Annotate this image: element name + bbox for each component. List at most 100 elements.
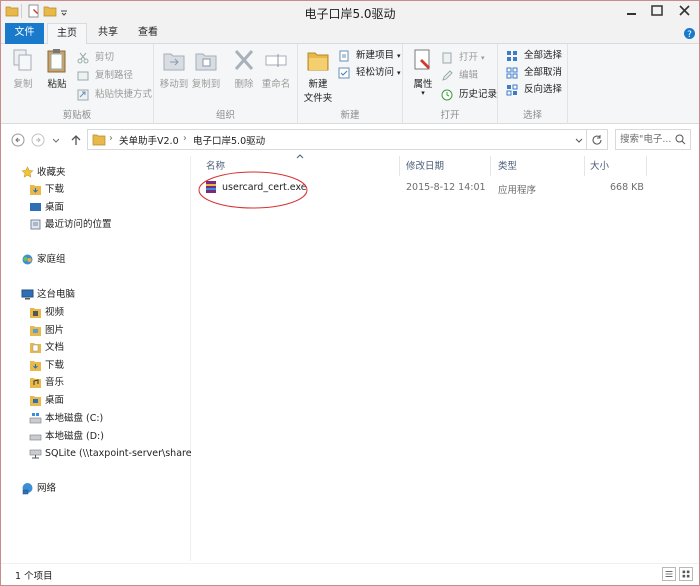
- downloads-folder-icon: [30, 361, 41, 371]
- pictures-folder-icon: [30, 326, 41, 336]
- copy-icon: [13, 49, 32, 71]
- properties-button[interactable]: 属性 ▾: [407, 48, 439, 97]
- red-highlight-ellipse: [198, 171, 308, 209]
- search-input[interactable]: 搜索"电子...: [615, 129, 691, 150]
- ribbon-tab-bar: 文件 主页 共享 查看 ?: [1, 23, 699, 45]
- open-button[interactable]: 打开 ▾: [441, 50, 485, 66]
- folder-icon: [92, 134, 106, 146]
- large-icons-view-icon[interactable]: [679, 567, 693, 581]
- edit-button[interactable]: 编辑: [441, 68, 478, 84]
- file-date: 2015-8-12 14:01: [406, 182, 486, 193]
- open-group-label: 打开: [440, 110, 460, 121]
- help-icon[interactable]: ?: [683, 27, 696, 40]
- windows-drive-icon: [29, 413, 42, 424]
- copy-button[interactable]: 复制: [7, 48, 39, 90]
- properties-icon: [414, 49, 430, 70]
- column-header-type[interactable]: 类型: [498, 158, 578, 176]
- desktop-folder-icon: [30, 396, 41, 406]
- clipboard-group: 复制 粘贴 剪切 复制路径 粘贴快捷方式 剪贴板: [1, 44, 154, 124]
- title-bar: 电子口岸5.0驱动: [1, 1, 699, 23]
- tab-share[interactable]: 共享: [89, 23, 127, 44]
- breadcrumb-separator[interactable]: ›: [109, 133, 113, 144]
- refresh-button[interactable]: [587, 129, 608, 150]
- minimize-button[interactable]: [618, 1, 644, 21]
- explorer-window: 电子口岸5.0驱动 文件 主页 共享 查看 ? 复制 粘贴 剪切 复制路径 粘贴…: [0, 0, 700, 586]
- new-folder-icon: [307, 52, 329, 71]
- select-none-icon: [506, 67, 518, 79]
- open-group: 属性 ▾ 打开 ▾ 编辑 历史记录 打开: [403, 44, 498, 124]
- star-icon: [21, 166, 34, 178]
- paste-shortcut-button[interactable]: 粘贴快捷方式: [77, 87, 152, 103]
- new-item-icon: [339, 50, 349, 62]
- documents-folder-icon: [30, 343, 41, 353]
- svg-text:?: ?: [687, 30, 692, 40]
- cut-button[interactable]: 剪切: [77, 50, 114, 66]
- easy-access-icon: [338, 67, 350, 79]
- breadcrumb-item[interactable]: 电子口岸5.0驱动: [193, 133, 265, 147]
- item-count: 1 个项目: [15, 571, 53, 582]
- select-all-button[interactable]: 全部选择: [506, 48, 562, 64]
- file-list: 名称 修改日期 类型 大小 usercard_cert.exe 2015-8-1…: [192, 154, 699, 561]
- videos-folder-icon: [30, 308, 41, 318]
- recent-locations-chevron-icon[interactable]: [51, 133, 61, 147]
- organize-group: 移动到 复制到 删除 重命名 组织: [154, 44, 298, 124]
- address-bar[interactable]: › 关单助手V2.0 › 电子口岸5.0驱动: [87, 129, 587, 150]
- breadcrumb-separator[interactable]: ›: [183, 133, 187, 144]
- scissors-icon: [77, 52, 89, 64]
- column-divider[interactable]: [584, 156, 585, 176]
- address-row: › 关单助手V2.0 › 电子口岸5.0驱动 搜索"电子...: [1, 125, 699, 155]
- search-icon: [675, 134, 686, 145]
- select-none-button[interactable]: 全部取消: [506, 65, 562, 81]
- history-icon: [441, 89, 453, 101]
- forward-arrow-icon[interactable]: [31, 133, 45, 147]
- maximize-button[interactable]: [644, 1, 670, 21]
- music-folder-icon: [30, 378, 41, 388]
- organize-group-label: 组织: [215, 110, 235, 121]
- edit-icon: [442, 70, 453, 81]
- hard-drive-icon: [29, 434, 42, 441]
- select-group: 全部选择 全部取消 反向选择 选择: [498, 44, 568, 124]
- column-divider[interactable]: [399, 156, 400, 176]
- delete-button[interactable]: 删除: [228, 48, 260, 90]
- invert-selection-button[interactable]: 反向选择: [506, 82, 562, 98]
- copy-path-button[interactable]: 复制路径: [77, 68, 133, 84]
- breadcrumb-item[interactable]: 关单助手V2.0: [119, 133, 179, 147]
- tab-view[interactable]: 查看: [129, 23, 167, 44]
- navigation-pane: 收藏夹 下载 桌面 最近访问的位置 家庭组 这台电脑 视频 图片 文档 下载 音…: [1, 156, 202, 561]
- column-header-size[interactable]: 大小: [590, 158, 640, 176]
- rename-icon: [265, 54, 287, 67]
- tab-home[interactable]: 主页: [47, 23, 87, 45]
- details-view-icon[interactable]: [662, 567, 676, 581]
- search-placeholder: 搜索"电子...: [620, 134, 672, 145]
- homegroup-icon: [22, 254, 33, 265]
- refresh-icon: [592, 135, 602, 145]
- move-to-button[interactable]: 移动到: [158, 48, 190, 90]
- select-group-label: 选择: [522, 110, 542, 121]
- new-group: 新建 文件夹 新建项目 ▾ 轻松访问 ▾ 新建: [298, 44, 403, 124]
- window-title: 电子口岸5.0驱动: [304, 7, 396, 21]
- chevron-down-icon[interactable]: [574, 135, 584, 145]
- easy-access-button[interactable]: 轻松访问 ▾: [338, 65, 401, 81]
- close-button[interactable]: [670, 1, 699, 21]
- column-divider[interactable]: [646, 156, 647, 176]
- invert-selection-icon: [506, 84, 518, 96]
- column-header-date[interactable]: 修改日期: [406, 158, 486, 176]
- paste-button[interactable]: 粘贴: [41, 48, 73, 90]
- move-to-icon: [163, 53, 185, 71]
- up-arrow-icon[interactable]: [69, 133, 83, 147]
- column-divider[interactable]: [490, 156, 491, 176]
- rename-button[interactable]: 重命名: [260, 48, 292, 90]
- new-folder-button[interactable]: 新建 文件夹: [300, 48, 336, 104]
- new-item-button[interactable]: 新建项目 ▾: [338, 48, 401, 64]
- back-arrow-icon[interactable]: [11, 133, 25, 147]
- desktop-icon: [30, 203, 41, 211]
- copy-to-icon: [195, 53, 217, 71]
- tab-file[interactable]: 文件: [5, 23, 44, 44]
- network-drive-icon: [29, 449, 42, 459]
- history-button[interactable]: 历史记录: [441, 87, 497, 103]
- copy-path-icon: [77, 71, 89, 81]
- computer-icon: [21, 289, 34, 300]
- ribbon: 复制 粘贴 剪切 复制路径 粘贴快捷方式 剪贴板 移动到 复制到 删除 重命名 …: [1, 44, 699, 124]
- copy-to-button[interactable]: 复制到: [190, 48, 222, 90]
- network-icon: [22, 483, 33, 495]
